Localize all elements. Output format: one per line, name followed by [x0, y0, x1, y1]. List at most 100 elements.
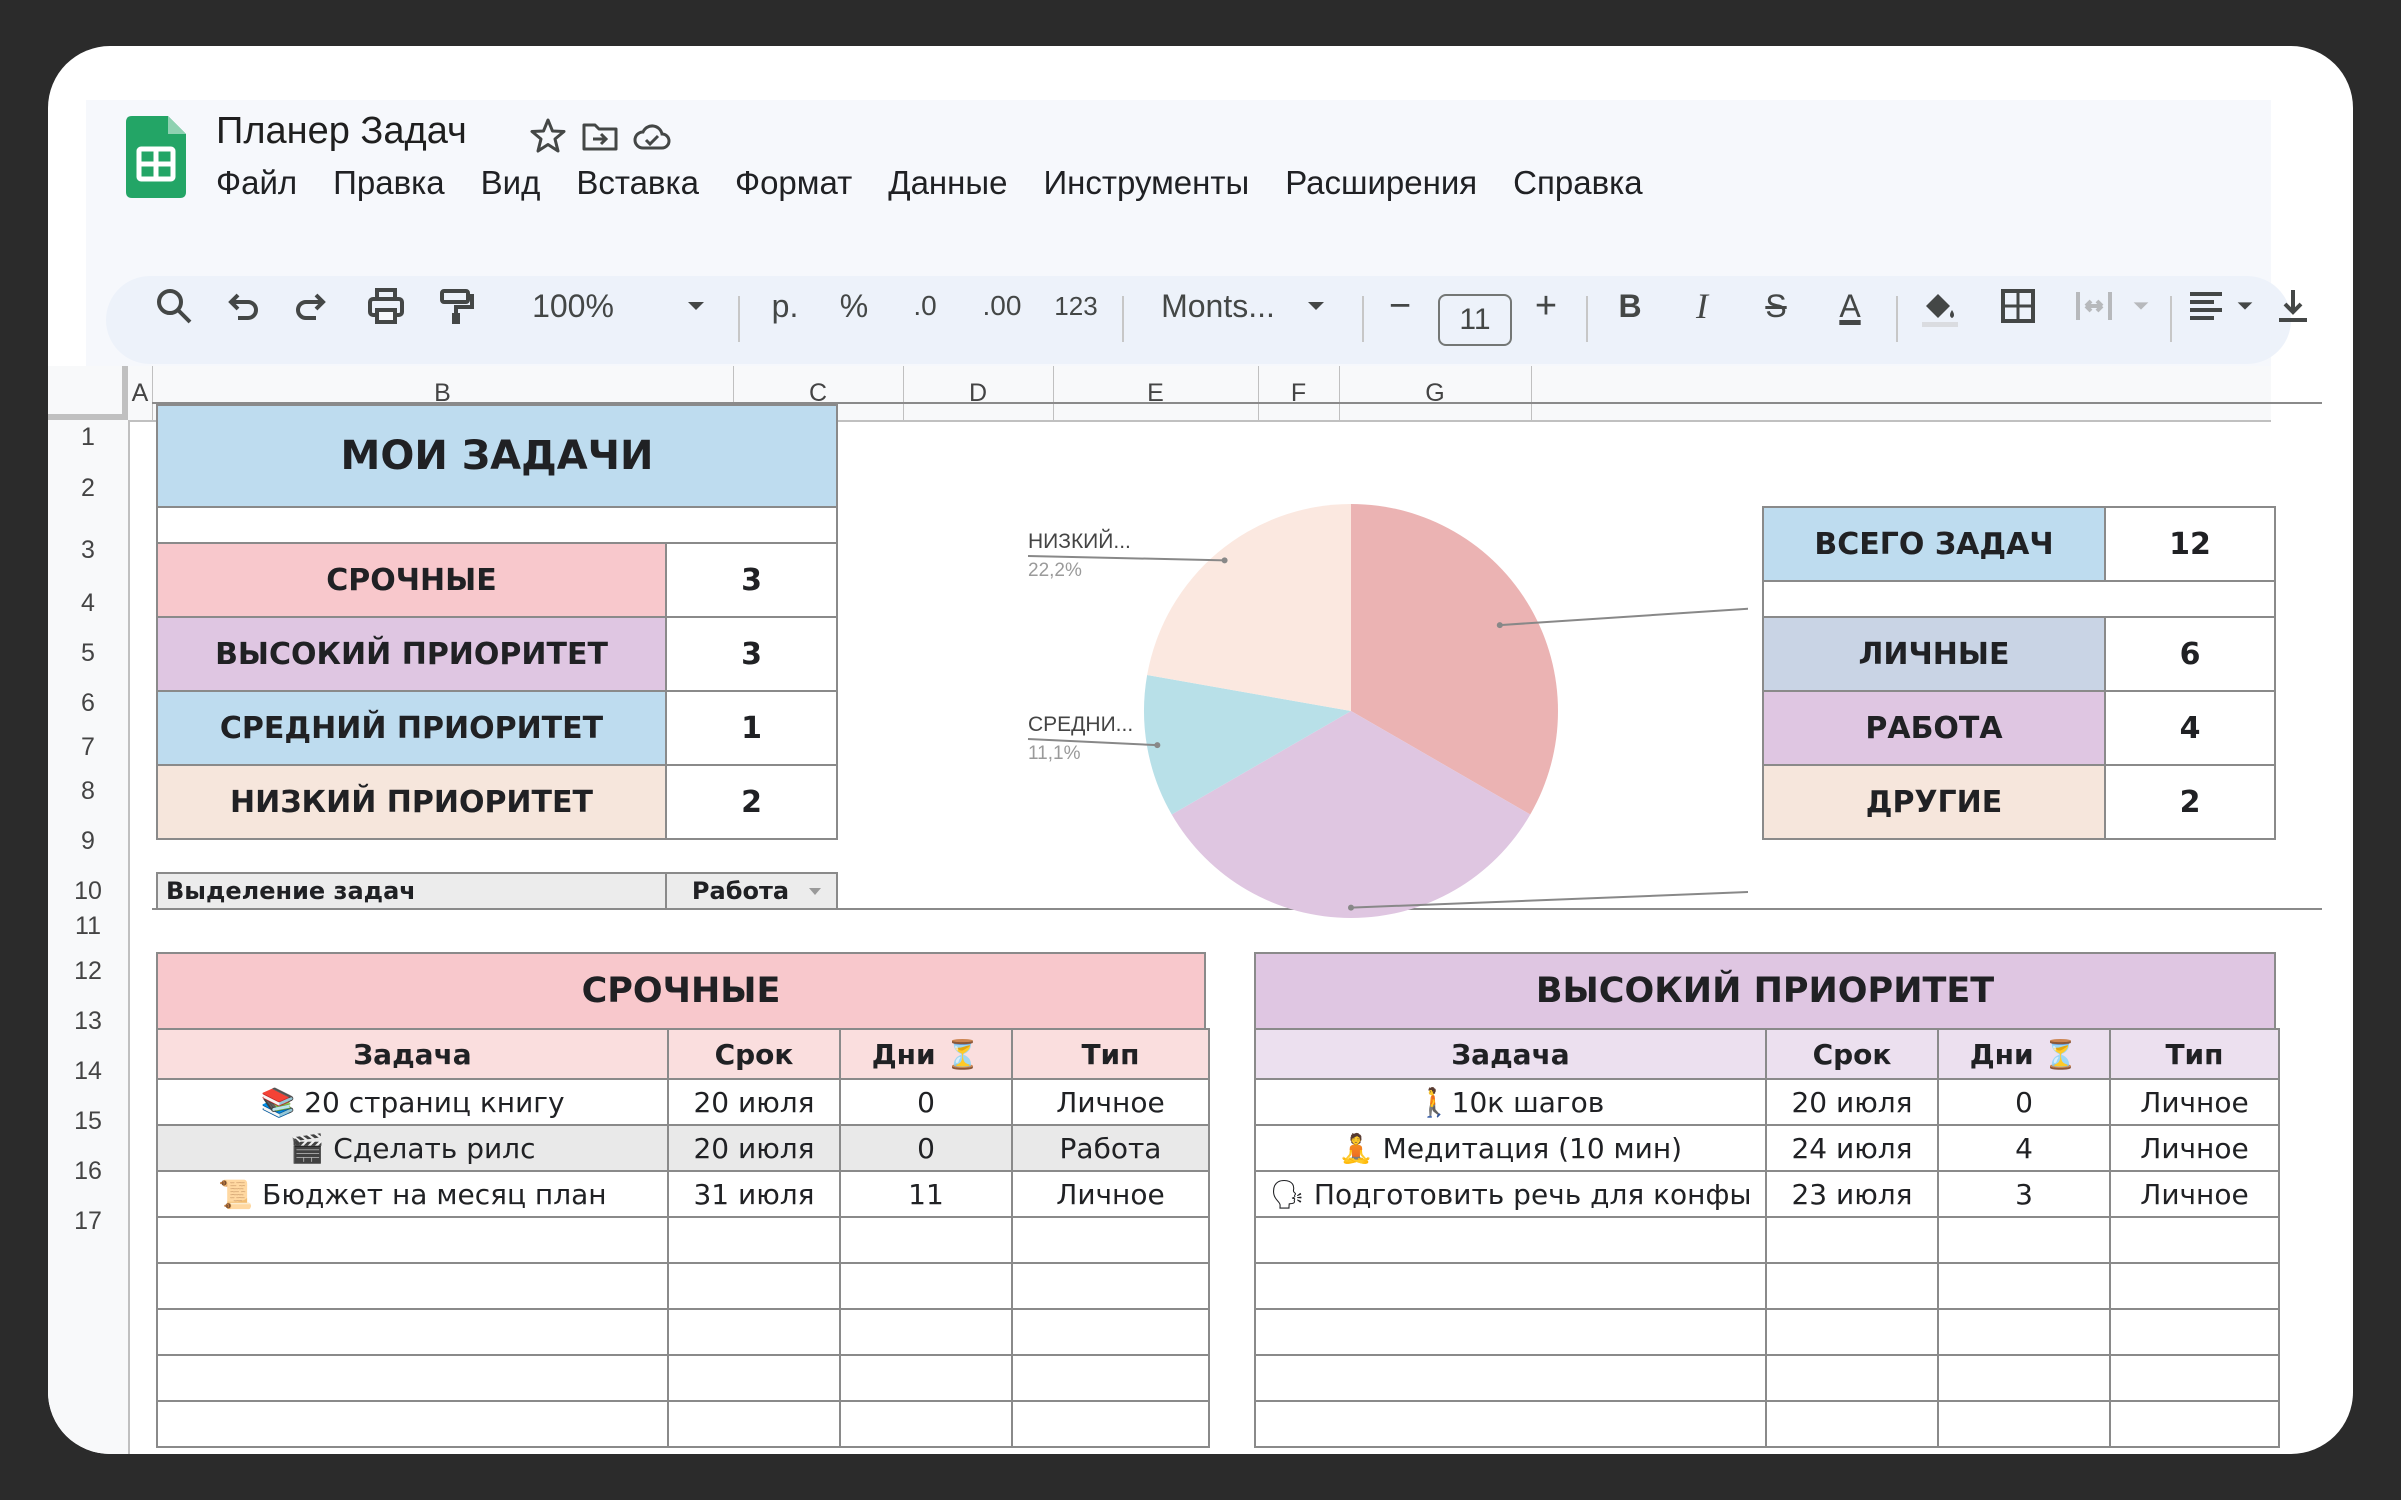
high-empty-cell[interactable]	[1254, 1354, 1767, 1402]
row-header[interactable]: 7	[48, 728, 128, 766]
urgent-empty-cell[interactable]	[839, 1354, 1013, 1402]
column-header-d[interactable]: D	[903, 366, 1054, 420]
row-header[interactable]: 12	[48, 946, 128, 996]
summary-label-high[interactable]: ВЫСОКИЙ ПРИОРИТЕТ	[156, 616, 667, 692]
paint-format-icon[interactable]	[436, 276, 476, 336]
high-task-cell[interactable]: Личное	[2109, 1078, 2280, 1126]
urgent-task-cell[interactable]: 20 июля	[667, 1078, 841, 1126]
document-title[interactable]: Планер Задач	[216, 110, 467, 153]
sheets-logo-icon[interactable]	[126, 116, 186, 198]
high-task-cell[interactable]: 3	[1937, 1170, 2111, 1218]
summary-value-urgent[interactable]: 3	[665, 542, 838, 618]
row-header[interactable]: 1	[48, 420, 128, 454]
high-empty-cell[interactable]	[1765, 1400, 1939, 1448]
high-empty-cell[interactable]	[1765, 1308, 1939, 1356]
menu-extensions[interactable]: Расширения	[1285, 164, 1477, 202]
urgent-empty-cell[interactable]	[839, 1216, 1013, 1264]
high-empty-cell[interactable]	[1937, 1400, 2111, 1448]
pie-slice[interactable]	[1147, 504, 1351, 711]
urgent-task-cell[interactable]: 📜 Бюджет на месяц план	[156, 1170, 669, 1218]
menu-insert[interactable]: Вставка	[576, 164, 699, 202]
move-folder-icon[interactable]	[580, 116, 620, 156]
high-task-cell[interactable]: 23 июля	[1765, 1170, 1939, 1218]
summary-value-high[interactable]: 3	[665, 616, 838, 692]
decrease-decimal-button[interactable]: .0	[900, 276, 950, 336]
high-empty-cell[interactable]	[1937, 1262, 2111, 1310]
menu-help[interactable]: Справка	[1513, 164, 1642, 202]
urgent-empty-cell[interactable]	[156, 1216, 669, 1264]
high-empty-cell[interactable]	[2109, 1262, 2280, 1310]
high-empty-cell[interactable]	[1765, 1216, 1939, 1264]
urgent-task-cell[interactable]: 0	[839, 1124, 1013, 1172]
strikethrough-button[interactable]: S	[1756, 276, 1796, 336]
urgent-empty-cell[interactable]	[156, 1262, 669, 1310]
row-header[interactable]: 13	[48, 996, 128, 1046]
fill-color-icon[interactable]	[1918, 276, 1962, 336]
high-task-cell[interactable]: 🚶10к шагов	[1254, 1078, 1767, 1126]
star-icon[interactable]	[528, 116, 568, 156]
urgent-empty-cell[interactable]	[1011, 1262, 1210, 1310]
row-header[interactable]: 2	[48, 454, 128, 522]
summary-label-urgent[interactable]: СРОЧНЫЕ	[156, 542, 667, 618]
column-header-e[interactable]: E	[1053, 366, 1259, 420]
menu-tools[interactable]: Инструменты	[1043, 164, 1249, 202]
high-task-cell[interactable]: Личное	[2109, 1170, 2280, 1218]
urgent-empty-cell[interactable]	[1011, 1400, 1210, 1448]
urgent-empty-cell[interactable]	[156, 1354, 669, 1402]
chevron-down-icon[interactable]	[2234, 276, 2256, 336]
print-icon[interactable]	[364, 276, 408, 336]
urgent-task-cell[interactable]: 📚 20 страниц книгу	[156, 1078, 669, 1126]
row-header[interactable]: 4	[48, 578, 128, 628]
menu-file[interactable]: Файл	[216, 164, 297, 202]
bold-button[interactable]: B	[1610, 276, 1650, 336]
increase-decimal-button[interactable]: .00	[974, 276, 1030, 336]
urgent-task-cell[interactable]: Работа	[1011, 1124, 1210, 1172]
high-empty-cell[interactable]	[1254, 1308, 1767, 1356]
row-header[interactable]: 17	[48, 1196, 128, 1246]
row-header[interactable]: 8	[48, 766, 128, 816]
urgent-empty-cell[interactable]	[839, 1400, 1013, 1448]
percent-format-button[interactable]: %	[834, 276, 874, 336]
urgent-empty-cell[interactable]	[839, 1308, 1013, 1356]
high-empty-cell[interactable]	[1254, 1400, 1767, 1448]
column-header-a[interactable]: A	[128, 366, 153, 420]
menu-format[interactable]: Формат	[735, 164, 852, 202]
chevron-down-icon[interactable]	[807, 886, 823, 898]
high-empty-cell[interactable]	[1937, 1308, 2111, 1356]
urgent-task-cell[interactable]: 20 июля	[667, 1124, 841, 1172]
urgent-empty-cell[interactable]	[667, 1400, 841, 1448]
urgent-empty-cell[interactable]	[1011, 1354, 1210, 1402]
increase-font-size-button[interactable]: +	[1524, 276, 1568, 336]
urgent-task-cell[interactable]: 0	[839, 1078, 1013, 1126]
row-header[interactable]: 6	[48, 678, 128, 728]
high-task-cell[interactable]: 4	[1937, 1124, 2111, 1172]
high-empty-cell[interactable]	[2109, 1216, 2280, 1264]
decrease-font-size-button[interactable]: −	[1378, 276, 1422, 336]
urgent-task-cell[interactable]: Личное	[1011, 1170, 1210, 1218]
row-header[interactable]: 15	[48, 1096, 128, 1146]
zoom-select[interactable]: 100%	[523, 276, 623, 336]
high-empty-cell[interactable]	[1937, 1216, 2111, 1264]
menu-view[interactable]: Вид	[481, 164, 541, 202]
redo-icon[interactable]	[292, 276, 332, 336]
merge-cells-icon[interactable]	[2072, 276, 2116, 336]
number-format-button[interactable]: 123	[1048, 276, 1104, 336]
row-header[interactable]: 9	[48, 816, 128, 866]
chevron-down-icon[interactable]	[1304, 276, 1328, 336]
summary-spacer-cell[interactable]	[156, 506, 838, 544]
chevron-down-icon[interactable]	[2130, 276, 2152, 336]
totals-spacer-cell[interactable]	[1762, 580, 2276, 618]
row-header[interactable]: 3	[48, 522, 128, 578]
high-task-cell[interactable]: 24 июля	[1765, 1124, 1939, 1172]
align-left-icon[interactable]	[2186, 276, 2226, 336]
high-empty-cell[interactable]	[1765, 1262, 1939, 1310]
vertical-align-icon[interactable]	[2273, 276, 2313, 336]
undo-icon[interactable]	[222, 276, 262, 336]
high-empty-cell[interactable]	[1765, 1354, 1939, 1402]
summary-value-low[interactable]: 2	[665, 764, 838, 840]
font-family-select[interactable]: Monts...	[1148, 276, 1288, 336]
urgent-task-cell[interactable]: 🎬 Сделать рилс	[156, 1124, 669, 1172]
column-header-g[interactable]: G	[1339, 366, 1532, 420]
task-priority-pie-chart[interactable]: СРОЧНЫЕ33,3%ВЫСОКИ...33,3%СРЕДНИ...11,1%…	[948, 446, 1748, 946]
italic-button[interactable]: I	[1682, 276, 1722, 336]
